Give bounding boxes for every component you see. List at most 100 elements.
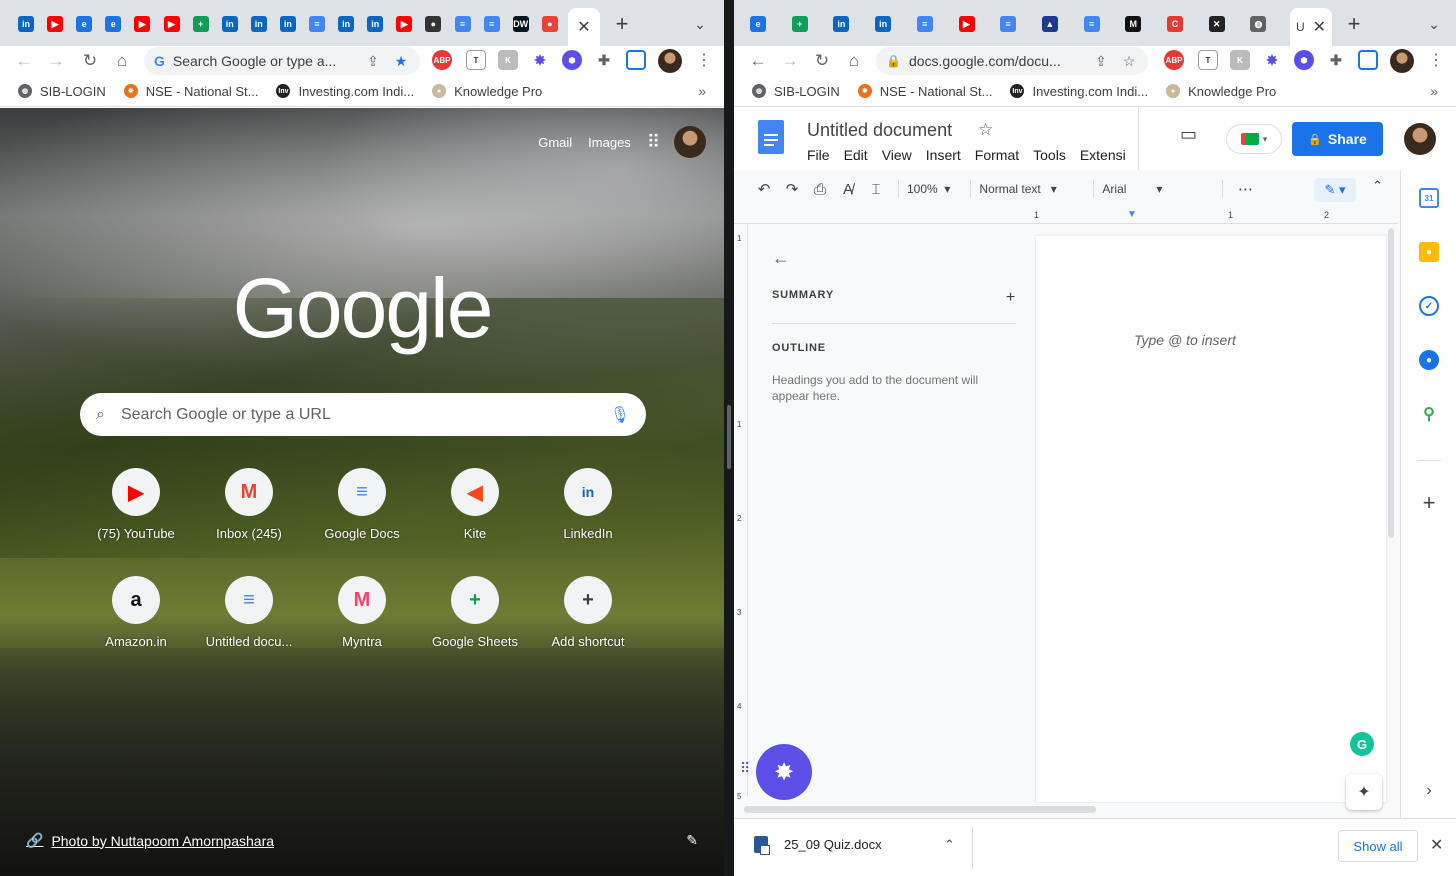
style-select[interactable]: Normal text ▾ (979, 182, 1073, 196)
new-tab-icon[interactable]: + (610, 12, 634, 36)
back-arrow-icon[interactable]: ← (746, 49, 770, 73)
home-icon[interactable]: ⌂ (110, 49, 134, 73)
zoom-select[interactable]: 100% ▾ (907, 182, 950, 196)
tab-sheets[interactable]: + (787, 10, 813, 38)
adblock-icon[interactable]: ABP (1164, 50, 1184, 70)
bookmark-item[interactable]: Inv Investing.com Indi... (1010, 84, 1148, 99)
tab-docs[interactable]: ≡ (995, 10, 1021, 38)
k-extension-icon[interactable]: K (498, 50, 518, 70)
tab-owl[interactable]: ● (420, 10, 446, 38)
meet-button[interactable]: ▾ (1226, 124, 1282, 154)
menu-kebab-icon[interactable]: ⋮ (696, 50, 712, 72)
docs-logo-icon[interactable] (758, 120, 784, 154)
tab-linkedin[interactable]: in (362, 10, 388, 38)
shortcut-tile[interactable]: M Inbox (245) (193, 468, 305, 541)
microphone-icon[interactable]: 🎙 (610, 405, 630, 425)
keep-icon[interactable]: ● (1419, 242, 1439, 262)
profile-avatar[interactable] (1390, 49, 1414, 73)
tab-docs[interactable]: ≡ (304, 10, 330, 38)
menu-format[interactable]: Format (975, 147, 1019, 163)
print-icon[interactable]: ⎙ (806, 181, 834, 198)
close-download-bar-icon[interactable]: ✕ (1430, 835, 1443, 855)
tab-linkedin[interactable]: in (828, 10, 854, 38)
back-arrow-icon[interactable]: ← (12, 49, 36, 73)
horizontal-scrollbar[interactable] (744, 806, 1096, 813)
download-options-chevron-icon[interactable]: ⌃ (944, 837, 955, 853)
tab-linkedin[interactable]: in (870, 10, 896, 38)
tab-search-chevron-icon[interactable]: ⌄ (688, 12, 712, 36)
ntp-profile-avatar[interactable] (674, 126, 706, 158)
vertical-scrollbar[interactable] (1386, 228, 1396, 538)
tab-linkedin[interactable]: in (246, 10, 272, 38)
tab-linkedin[interactable]: in (217, 10, 243, 38)
t-extension-icon[interactable]: T (466, 50, 486, 70)
add-addon-icon[interactable]: + (1419, 490, 1439, 516)
shortcut-tile[interactable]: a Amazon.in (80, 576, 192, 649)
explore-button-icon[interactable]: ✦ (1346, 774, 1382, 810)
customize-pencil-icon[interactable]: ✎ (686, 832, 698, 849)
shortcut-tile[interactable]: in LinkedIn (532, 468, 644, 541)
t-extension-icon[interactable]: T (1198, 50, 1218, 70)
tab-x[interactable]: ✕ (1204, 10, 1230, 38)
ntp-search-box[interactable]: ⌕ Search Google or type a URL 🎙 (80, 393, 646, 436)
bookmarks-overflow-icon[interactable]: » (1430, 83, 1438, 99)
docs-profile-avatar[interactable] (1404, 123, 1436, 155)
new-tab-icon[interactable]: + (1342, 12, 1366, 36)
share-icon[interactable]: ⇪ (1092, 53, 1110, 70)
k-extension-icon[interactable]: K (1230, 50, 1250, 70)
ext-blue-icon[interactable]: ⬢ (1294, 50, 1314, 70)
tab-youtube[interactable]: ▶ (391, 10, 417, 38)
menu-tools[interactable]: Tools (1033, 147, 1066, 163)
font-select[interactable]: Arial ▾ (1102, 182, 1202, 196)
gmail-link[interactable]: Gmail (538, 135, 572, 150)
document-page[interactable]: Type @ to insert (1036, 236, 1386, 802)
shortcut-tile[interactable]: M Myntra (306, 576, 418, 649)
shortcut-tile[interactable]: + Google Sheets (419, 576, 531, 649)
tab-m[interactable]: M (1120, 10, 1146, 38)
redo-icon[interactable]: ↷ (778, 180, 806, 198)
menu-kebab-icon[interactable]: ⋮ (1428, 50, 1444, 72)
tab-dw[interactable]: DW (508, 10, 534, 38)
tasks-icon[interactable]: ✓ (1419, 296, 1439, 316)
tab-youtube[interactable]: ▶ (129, 10, 155, 38)
reading-list-icon[interactable] (626, 50, 646, 70)
home-icon[interactable]: ⌂ (842, 49, 866, 73)
clickup-fab-icon[interactable]: ✸ (756, 744, 812, 800)
menu-extensi[interactable]: Extensi (1080, 147, 1126, 163)
tab-youtube[interactable]: ▶ (159, 10, 185, 38)
split-resize-handle[interactable] (727, 405, 731, 469)
tab-docs[interactable]: ≡ (450, 10, 476, 38)
omnibox[interactable]: G Search Google or type a... ⇪ ★ (144, 47, 420, 75)
expand-panel-chevron-icon[interactable]: › (1419, 782, 1439, 800)
bookmark-item[interactable]: ✸ NSE - National St... (857, 84, 992, 99)
grammarly-icon[interactable]: G (1350, 732, 1374, 756)
close-outline-arrow-icon[interactable]: ← (772, 248, 1016, 269)
tab-sheets[interactable]: + (188, 10, 214, 38)
bookmark-item[interactable]: Inv Investing.com Indi... (276, 84, 414, 99)
tab-browser[interactable]: e (745, 10, 771, 38)
reload-icon[interactable]: ↻ (810, 49, 834, 73)
indent-marker-icon[interactable]: ▼ (1127, 209, 1137, 220)
tab-active-docs[interactable]: U ✕ (1290, 8, 1332, 46)
shortcut-tile[interactable]: ≡ Untitled docu... (193, 576, 305, 649)
paint-format-icon[interactable]: ⌶ (862, 181, 890, 198)
apps-grid-icon[interactable]: ⠿ (647, 132, 660, 153)
star-icon[interactable]: ☆ (978, 120, 993, 140)
clickup-extension-icon[interactable]: ✸ (530, 50, 550, 70)
reload-icon[interactable]: ↻ (78, 49, 102, 73)
close-tab-icon[interactable]: ✕ (1313, 17, 1326, 37)
forward-arrow-icon[interactable]: → (778, 49, 802, 73)
drag-handle-icon[interactable]: ⠿ (740, 760, 750, 777)
tab-globe[interactable]: ◍ (1245, 10, 1271, 38)
bookmark-item[interactable]: ● Knowledge Pro (1166, 84, 1276, 99)
menu-edit[interactable]: Edit (844, 147, 868, 163)
bookmark-item[interactable]: ◍ SIB-LOGIN (752, 84, 840, 99)
hide-menus-chevron-icon[interactable]: ⌃ (1372, 178, 1383, 194)
calendar-icon[interactable]: 31 (1419, 188, 1439, 208)
close-tab-icon[interactable]: ✕ (577, 17, 590, 37)
spellcheck-icon[interactable]: A̸ (834, 181, 862, 198)
bookmarks-overflow-icon[interactable]: » (698, 83, 706, 99)
more-options-icon[interactable]: ⋯ (1231, 180, 1259, 198)
tab-linkedin[interactable]: in (333, 10, 359, 38)
tab-browser[interactable]: e (71, 10, 97, 38)
